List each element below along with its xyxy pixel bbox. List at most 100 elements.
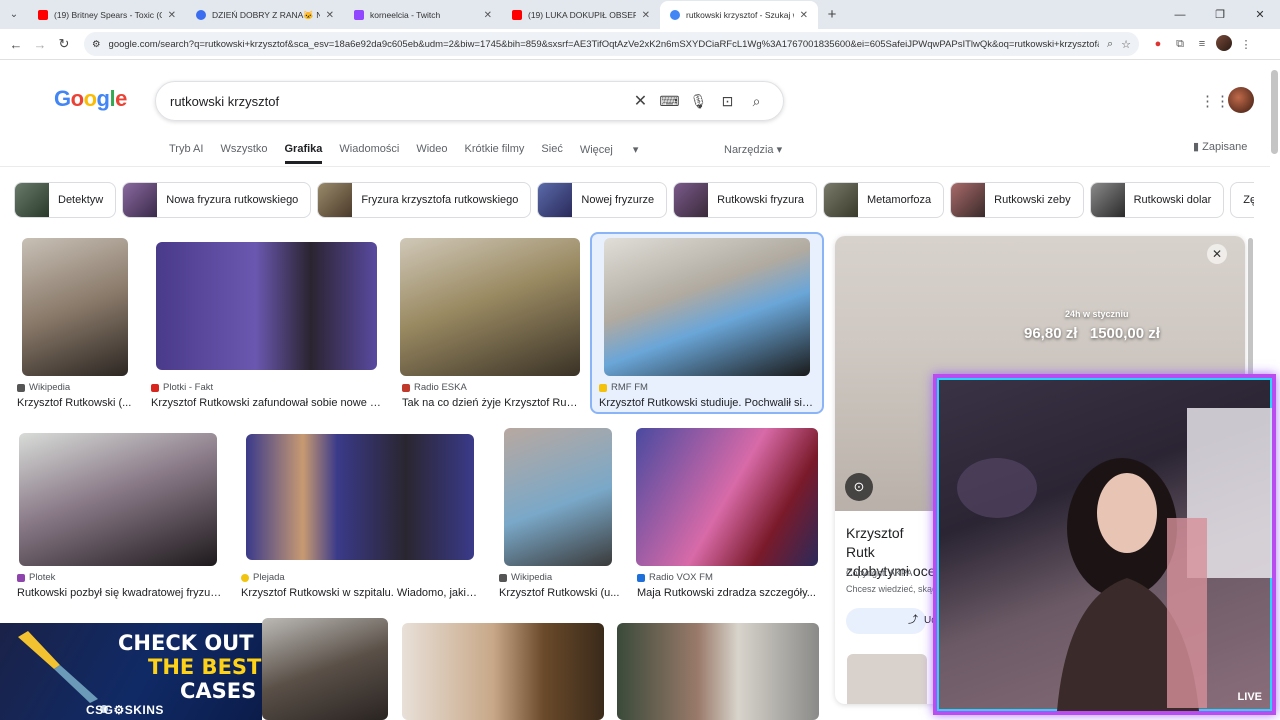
- result-image: [402, 623, 604, 720]
- image-result[interactable]: [402, 623, 604, 720]
- browser-tab[interactable]: DZIEŃ DOBRY Z RANA🐱 NOW ✕: [186, 1, 344, 29]
- reload-icon[interactable]: ↻: [52, 36, 76, 52]
- forward-icon[interactable]: →: [28, 37, 52, 52]
- bookmark-star-icon[interactable]: ☆: [1121, 38, 1131, 51]
- maximize-icon[interactable]: ❐: [1200, 0, 1240, 29]
- share-button[interactable]: ⤴ Ud: [846, 608, 937, 634]
- close-icon[interactable]: ✕: [642, 10, 650, 21]
- chip[interactable]: Rutkowski zeby: [950, 182, 1084, 218]
- extensions-area: ● ⧉ ≡ ⋮: [1147, 34, 1257, 54]
- new-tab-icon[interactable]: +: [818, 1, 846, 29]
- avatar[interactable]: [1228, 87, 1254, 113]
- chip[interactable]: Metamorfoza: [822, 182, 945, 218]
- media-icon[interactable]: ≡: [1191, 38, 1213, 50]
- tools-button[interactable]: Narzędzia ▾: [724, 143, 782, 156]
- image-result[interactable]: [617, 623, 819, 720]
- chip-label: Rutkowski zeby: [994, 194, 1071, 206]
- browser-tab-active[interactable]: rutkowski krzysztof - Szukaj w G ✕: [660, 1, 818, 29]
- image-result[interactable]: [262, 618, 388, 720]
- extension-icon[interactable]: ●: [1147, 38, 1169, 50]
- google-logo[interactable]: Google: [54, 86, 127, 112]
- profile-icon[interactable]: [1213, 34, 1235, 54]
- tab-web[interactable]: Sieć: [541, 143, 562, 164]
- minimize-icon[interactable]: —: [1160, 0, 1200, 29]
- search-box[interactable]: rutkowski krzysztof ✕ ⌨ 🎙 ⊡ ⌕: [155, 81, 784, 121]
- result-image: [156, 242, 377, 370]
- result-title: Krzysztof Rutkowski zafundował sobie now…: [151, 397, 383, 409]
- menu-icon[interactable]: ⋮: [1235, 38, 1257, 51]
- promo-brand: CSG⚙SKINS: [86, 703, 164, 717]
- result-source-label: Wikipedia: [511, 572, 553, 583]
- browser-tab[interactable]: (19) LUKA DOKUPIŁ OBSERWU ✕: [502, 1, 660, 29]
- chip[interactable]: Zęby r: [1230, 182, 1254, 218]
- result-image: [636, 428, 818, 566]
- image-result[interactable]: Radio VOX FM Maja Rutkowski zdradza szcz…: [636, 428, 822, 604]
- keyboard-icon[interactable]: ⌨: [655, 93, 684, 110]
- chip-thumbnail: [123, 183, 158, 217]
- tab-more[interactable]: Więcej ▾: [580, 143, 656, 164]
- close-icon[interactable]: ✕: [1207, 244, 1227, 264]
- page-scrollbar[interactable]: [1271, 70, 1278, 154]
- chip[interactable]: Rutkowski fryzura: [673, 182, 817, 218]
- chip[interactable]: Rutkowski dolar: [1089, 182, 1225, 218]
- image-result[interactable]: Plotek Rutkowski pozbył się kwadratowej …: [15, 428, 225, 604]
- panel-scrollbar[interactable]: [1248, 238, 1253, 378]
- chip[interactable]: Detektyw: [14, 182, 117, 218]
- browser-tab[interactable]: korneelcia - Twitch ✕: [344, 1, 502, 29]
- result-source: Radio ESKA: [402, 382, 467, 393]
- close-icon[interactable]: ✕: [168, 10, 176, 21]
- zoom-icon[interactable]: ⌕: [1107, 38, 1113, 51]
- tab-title: (19) LUKA DOKUPIŁ OBSERWU: [528, 10, 636, 20]
- close-icon[interactable]: ✕: [326, 10, 334, 21]
- wikipedia-icon: [17, 383, 25, 392]
- preview-more-info[interactable]: Chcesz wiedzieć, skąd: [846, 584, 937, 594]
- tab-more-label: Więcej: [579, 144, 613, 156]
- image-result[interactable]: Plejada Krzysztof Rutkowski w szpitalu. …: [240, 428, 485, 604]
- close-window-icon[interactable]: ✕: [1240, 0, 1280, 29]
- search-input[interactable]: rutkowski krzysztof: [170, 94, 626, 109]
- puzzle-icon[interactable]: ⧉: [1169, 38, 1191, 51]
- related-thumbnail[interactable]: [847, 654, 927, 704]
- back-icon[interactable]: ←: [4, 37, 28, 52]
- close-icon[interactable]: ✕: [800, 10, 808, 21]
- chip[interactable]: Nowa fryzura rutkowskiego: [122, 182, 312, 218]
- lens-camera-icon[interactable]: ⊡: [713, 93, 742, 110]
- image-result[interactable]: Radio ESKA Tak na co dzień żyje Krzyszto…: [399, 236, 581, 412]
- result-title: Tak na co dzień żyje Krzysztof Rut...: [402, 397, 578, 409]
- promo-banner[interactable]: CHECK OUT THE BEST CASES CSG⚙SKINS: [0, 623, 262, 720]
- tab-news[interactable]: Wiadomości: [339, 143, 399, 164]
- url-text: google.com/search?q=rutkowski+krzysztof&…: [108, 38, 1099, 50]
- image-result[interactable]: Wikipedia Krzysztof Rutkowski (u...: [498, 428, 622, 604]
- address-bar: ← → ↻ ⚙ google.com/search?q=rutkowski+kr…: [0, 29, 1280, 60]
- result-title: Krzysztof Rutkowski w szpitalu. Wiadomo,…: [241, 587, 481, 599]
- image-result[interactable]: Plotki - Fakt Krzysztof Rutkowski zafund…: [150, 236, 385, 412]
- saved-button[interactable]: ▮ Zapisane: [1193, 140, 1247, 153]
- chip-label: Metamorfoza: [866, 194, 932, 206]
- lens-icon[interactable]: ⊙: [845, 473, 873, 501]
- image-result[interactable]: Wikipedia Krzysztof Rutkowski (...: [15, 236, 135, 412]
- result-source-label: Plejada: [253, 572, 285, 583]
- clear-icon[interactable]: ✕: [626, 91, 655, 111]
- microphone-icon[interactable]: 🎙: [684, 93, 713, 110]
- result-source: RMF FM: [599, 382, 648, 393]
- chip-label: Fryzura krzysztofa rutkowskiego: [361, 194, 519, 206]
- result-image: [262, 618, 388, 720]
- search-icon[interactable]: ⌕: [742, 93, 771, 110]
- result-source: Plejada: [241, 572, 285, 583]
- tab-title: (19) Britney Spears - Toxic (Offi: [54, 10, 162, 20]
- browser-tab[interactable]: (19) Britney Spears - Toxic (Offi ✕: [28, 1, 186, 29]
- chip[interactable]: Fryzura krzysztofa rutkowskiego: [317, 182, 532, 218]
- image-result-selected[interactable]: RMF FM Krzysztof Rutkowski studiuje. Poc…: [590, 232, 824, 414]
- tab-short-videos[interactable]: Krótkie filmy: [465, 143, 525, 164]
- tab-ai-mode[interactable]: Tryb AI: [169, 143, 203, 164]
- tab-search-icon[interactable]: ⌄: [0, 0, 28, 29]
- url-field[interactable]: ⚙ google.com/search?q=rutkowski+krzyszto…: [84, 32, 1139, 56]
- tab-images[interactable]: Grafika: [284, 143, 323, 164]
- result-source: Radio VOX FM: [637, 572, 713, 583]
- chip[interactable]: Nowej fryzurze: [537, 182, 668, 218]
- close-icon[interactable]: ✕: [484, 10, 492, 21]
- site-info-icon[interactable]: ⚙: [92, 39, 101, 50]
- tab-all[interactable]: Wszystko: [220, 143, 267, 164]
- tools-label: Narzędzia: [724, 144, 774, 156]
- tab-videos[interactable]: Wideo: [416, 143, 447, 164]
